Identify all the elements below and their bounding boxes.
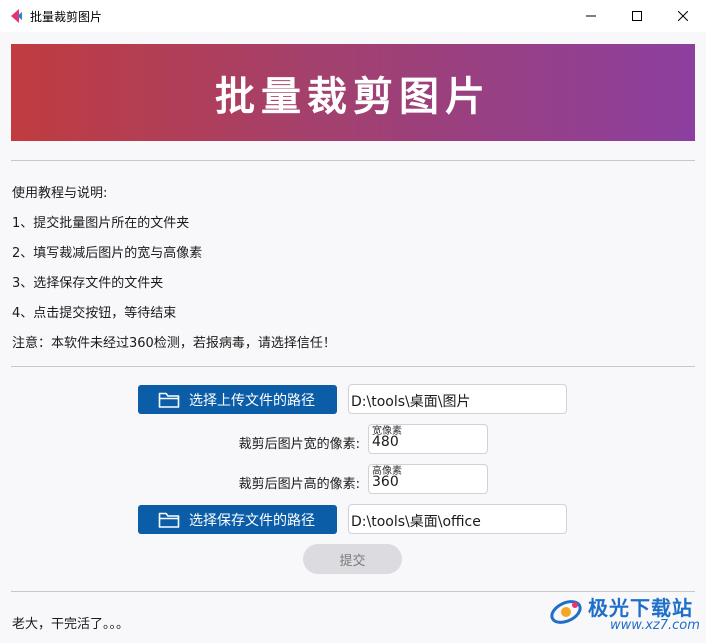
watermark: 极光下载站 www.xz7.com — [548, 590, 700, 636]
select-upload-path-button[interactable]: 选择上传文件的路径 — [138, 385, 337, 414]
title-bar: 批量裁剪图片 — [0, 0, 706, 32]
select-save-path-label: 选择保存文件的路径 — [189, 512, 315, 529]
divider-middle — [11, 366, 695, 367]
instruction-step-4: 4、点击提交按钮，等待结束 — [12, 306, 177, 321]
save-path-input[interactable]: D:\tools\桌面\office — [348, 504, 567, 534]
height-input[interactable]: 高像素 360 — [368, 464, 488, 494]
folder-icon — [158, 512, 180, 528]
close-icon — [678, 11, 688, 21]
width-input[interactable]: 宽像素 480 — [368, 424, 488, 454]
minimize-icon — [586, 15, 596, 17]
maximize-button[interactable] — [614, 0, 660, 32]
height-value: 360 — [372, 474, 399, 490]
banner-title: 批量裁剪图片 — [215, 72, 491, 120]
height-label: 裁剪后图片高的像素: — [238, 477, 360, 492]
instruction-step-2: 2、填写裁减后图片的宽与高像素 — [12, 246, 203, 261]
instruction-step-1: 1、提交批量图片所在的文件夹 — [12, 216, 190, 231]
window-title: 批量裁剪图片 — [30, 10, 103, 24]
watermark-name: 极光下载站 — [588, 596, 693, 620]
main-content: 批量裁剪图片 使用教程与说明: 1、提交批量图片所在的文件夹 2、填写裁减后图片… — [0, 32, 706, 643]
folder-icon — [158, 392, 180, 408]
divider-top — [11, 160, 695, 161]
upload-path-input[interactable]: D:\tools\桌面\图片 — [348, 384, 567, 414]
instruction-notice: 注意：本软件未经过360检测，若报病毒，请选择信任！ — [12, 336, 336, 351]
width-value: 480 — [372, 434, 399, 450]
select-save-path-button[interactable]: 选择保存文件的路径 — [138, 505, 337, 534]
submit-button[interactable]: 提交 — [303, 544, 402, 574]
instruction-step-3: 3、选择保存文件的文件夹 — [12, 276, 164, 291]
maximize-icon — [632, 11, 642, 21]
watermark-url: www.xz7.com — [610, 618, 700, 633]
app-logo-icon — [11, 9, 22, 23]
watermark-logo-icon — [550, 600, 582, 624]
header-banner: 批量裁剪图片 — [11, 44, 695, 141]
minimize-button[interactable] — [568, 0, 614, 32]
status-message: 老大，干完活了。。。 — [12, 617, 130, 632]
width-label: 裁剪后图片宽的像素: — [238, 437, 360, 452]
instructions-heading: 使用教程与说明: — [12, 186, 108, 201]
select-upload-path-label: 选择上传文件的路径 — [189, 392, 315, 409]
close-button[interactable] — [660, 0, 706, 32]
